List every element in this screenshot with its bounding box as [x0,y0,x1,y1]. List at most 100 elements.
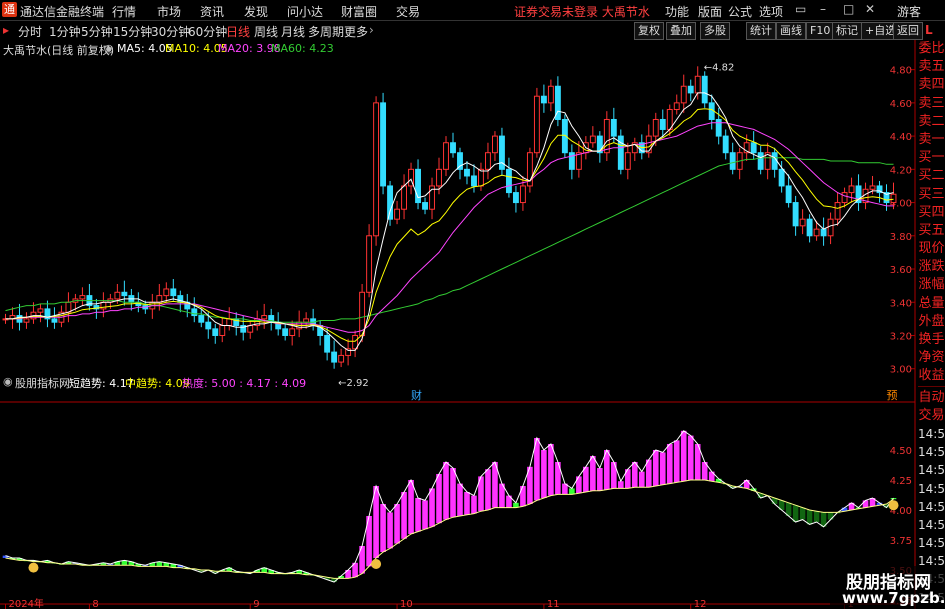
period-1min[interactable]: 1分钟 [49,23,81,40]
quote-field-18[interactable]: 收益 [918,367,945,385]
menu-item-trade[interactable]: 交易 [396,3,420,20]
quote-field-8[interactable]: 买三 [918,186,945,204]
candle-body [505,168,512,194]
period-weekly[interactable]: 周线 [254,23,278,40]
candle-body [443,142,449,170]
adjust-button[interactable]: 复权 [634,22,664,40]
candle-body [401,185,407,210]
period-daily[interactable]: 日线 [226,23,250,40]
candle-body [492,135,498,154]
quote-field-2[interactable]: 卖四 [918,76,945,94]
time-field-4[interactable]: 14:56 [918,498,945,516]
time-field-3[interactable]: 14:56 [918,480,945,498]
period-30min[interactable]: 30分钟 [151,23,190,40]
period-more[interactable]: 更多 [344,23,368,40]
quote-field-1[interactable]: 卖五 [918,58,945,76]
period-multi[interactable]: 多周期 [308,23,344,40]
menu-item-formula[interactable]: 公式 [728,3,752,20]
mark-button[interactable]: 标记 [832,22,862,40]
period-monthly[interactable]: 月线 [281,23,305,40]
candle-body [226,318,233,327]
candle-body [23,318,30,323]
settings-icon[interactable]: ◉ [104,42,114,55]
candle-body [457,152,463,170]
multi-stock-button[interactable]: 多股 [700,22,730,40]
quote-field-9[interactable]: 买四 [918,204,945,222]
menu-item-discover[interactable]: 发现 [244,3,268,20]
period-5min[interactable]: 5分钟 [81,23,113,40]
price-tick-label: 3.40 [890,298,912,309]
time-field-1[interactable]: 14:56 [918,443,945,461]
quote-field-12[interactable]: 涨跌 [918,258,945,276]
level2-icon[interactable]: L [925,23,933,37]
price-tick-label: 3.80 [890,232,912,243]
menu-item-options[interactable]: 选项 [759,3,783,20]
candle-body [219,325,226,336]
indicator-bar [422,500,428,530]
forecast-marker: 预 [887,389,898,402]
quote-field-16[interactable]: 换手 [918,331,945,349]
more-chevron-icon[interactable]: › [369,23,374,37]
indicator-bar [631,462,638,488]
menu-item-ask[interactable]: 问小达 [287,3,323,20]
guest-label[interactable]: 游客 [897,3,921,20]
kline-chart[interactable]: 4.804.604.404.204.003.803.603.403.203.00… [0,40,918,609]
quote-field-5[interactable]: 卖一 [918,131,945,149]
period-15min[interactable]: 15分钟 [113,23,152,40]
time-field-6[interactable]: 14:56 [918,534,945,552]
period-arrow-icon[interactable]: ▸ [3,23,9,37]
menu-item-wealth[interactable]: 财富圈 [341,3,377,20]
quote-field-13[interactable]: 涨幅 [918,276,945,294]
candle-body [387,185,394,220]
indicator-bar [680,430,687,482]
close-icon[interactable]: ✕ [865,2,875,16]
candle-body [673,102,680,111]
draw-line-button[interactable]: 画线 [776,22,806,40]
candle-body [806,218,813,237]
candle-body [694,75,701,94]
time-field-5[interactable]: 14:56 [918,516,945,534]
candle-body [820,228,827,237]
minimize-icon[interactable]: – [820,2,826,16]
menu-item-news[interactable]: 资讯 [200,3,224,20]
menu-item-market[interactable]: 市场 [157,3,181,20]
indicator-bar [485,469,491,510]
indicator-bar [541,450,547,498]
date-label: 10 [400,599,413,609]
quote-field-14[interactable]: 总量 [918,295,945,313]
candle-body [533,95,540,154]
indicator-bar [862,500,869,508]
restore-icon[interactable]: ▭ [795,2,806,16]
login-warning[interactable]: 证券交易未登录 大禹节水 [514,3,650,20]
time-field-2[interactable]: 14:56 [918,461,945,479]
trade-field-0[interactable]: 自动 [918,389,945,407]
menu-item-layout[interactable]: 版面 [698,3,722,20]
indicator-bar [471,495,477,514]
quote-field-3[interactable]: 卖三 [918,95,945,113]
candle-body [519,185,526,204]
time-field-0[interactable]: 14:56 [918,425,945,443]
period-timeshare[interactable]: 分时 [18,23,42,40]
quote-field-7[interactable]: 买二 [918,167,945,185]
menu-item-quotes[interactable]: 行情 [112,3,136,20]
trade-field-1[interactable]: 交易 [918,407,945,425]
overlay-button[interactable]: 叠加 [666,22,696,40]
f10-button[interactable]: F10 [806,22,835,40]
quote-field-6[interactable]: 买一 [918,149,945,167]
quote-field-4[interactable]: 卖二 [918,113,945,131]
period-60min[interactable]: 60分钟 [188,23,227,40]
quote-field-0[interactable]: 委比 [918,40,945,58]
indicator-settings-icon[interactable]: ◉ [3,375,13,388]
quote-field-11[interactable]: 现价 [918,240,945,258]
quote-field-10[interactable]: 买五 [918,222,945,240]
back-button[interactable]: 返回 [893,22,923,40]
maximize-icon[interactable]: □ [843,2,854,16]
menu-item-function[interactable]: 功能 [665,3,689,20]
stats-button[interactable]: 统计 [746,22,776,40]
indicator-bar [652,450,659,486]
quote-field-17[interactable]: 净资 [918,349,945,367]
indicator-tick-label: 4.25 [890,476,912,487]
quote-field-15[interactable]: 外盘 [918,313,945,331]
indicator-bar [387,512,393,549]
menu-bar: 通 通达信金融终端 行情 市场 资讯 发现 问小达 财富圈 交易 证券交易未登录… [0,0,945,21]
